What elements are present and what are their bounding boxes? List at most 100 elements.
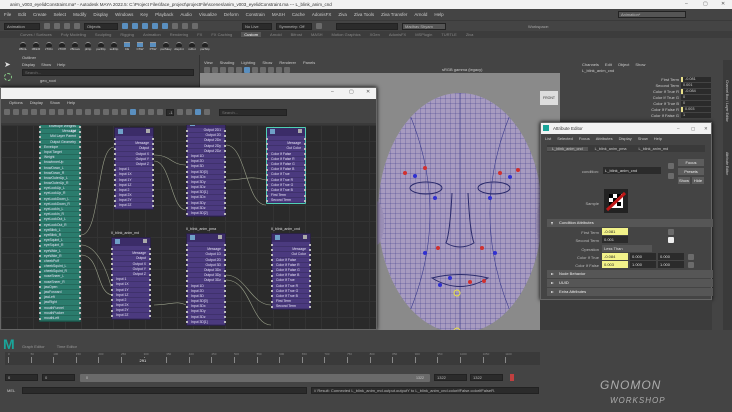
shelf-tab-bifrost[interactable]: Bifrost (291, 32, 302, 37)
lights-icon[interactable] (260, 66, 266, 73)
attr-tab[interactable]: L_blink_anim_pma (590, 147, 632, 151)
menu-arnold[interactable]: Arnold (414, 12, 427, 17)
viewport-menu-shading[interactable]: Shading (220, 60, 235, 65)
highlight-icon[interactable] (195, 109, 201, 115)
attr-tab[interactable]: L_blink_anim_cnd (547, 146, 588, 151)
outliner-menu-display[interactable]: Display (22, 62, 35, 67)
channel-value[interactable]: 0 (681, 100, 711, 106)
menu-edit[interactable]: Edit (18, 12, 26, 17)
shelf-button-ztioff[interactable]: zTiOff (57, 42, 67, 51)
node-editor-menu-options[interactable]: Options (9, 100, 23, 105)
bottom-tab-time-editor[interactable]: Time Editor (57, 344, 77, 349)
menu-help[interactable]: Help (434, 12, 443, 17)
attr-menu-focus[interactable]: Focus (579, 136, 590, 141)
shelf-tab-rendering[interactable]: Rendering (170, 32, 188, 37)
wireframe-icon[interactable] (228, 66, 234, 73)
graph-input-icon[interactable] (4, 109, 10, 115)
map-button-icon[interactable] (688, 254, 694, 260)
channel-value[interactable]: 0.003 (681, 106, 711, 112)
shelf-button-psw[interactable]: PSW (148, 42, 158, 51)
bottom-tab-graph-editor[interactable]: Graph Editor (22, 344, 45, 349)
viewport-menu-view[interactable]: View (204, 60, 213, 65)
playback-end-field[interactable]: 1322 (434, 374, 467, 381)
shelf-button-selflip[interactable]: selFlip (109, 42, 119, 51)
textured-icon[interactable] (252, 66, 258, 73)
attr-menu-show[interactable]: Show (638, 136, 648, 141)
channel-menu-show[interactable]: Show (635, 62, 645, 67)
attr-menu-selected[interactable]: Selected (557, 136, 573, 141)
start-time-field[interactable]: 0 (5, 374, 38, 381)
snap-view-icon[interactable] (162, 23, 168, 29)
channel-value[interactable]: 1 (681, 112, 711, 118)
zoom-field[interactable]: -1 (166, 108, 174, 116)
shelf-tab-curves-surfaces[interactable]: Curves / Surfaces (20, 32, 52, 37)
channel-value[interactable]: -0.081 (681, 76, 711, 82)
node-editor-menu-show[interactable]: Show (50, 100, 60, 105)
user-account[interactable]: Madhav Shyam (402, 22, 446, 30)
node-port[interactable]: Second Term (271, 304, 311, 310)
node-cnd2[interactable]: Message Out Color Color If False Color If F… (271, 233, 311, 311)
minimize-button[interactable]: – (331, 89, 334, 95)
show-button[interactable]: Show (678, 177, 690, 184)
node-md2[interactable]: Message Output Output X Output Y Output Z Inp… (111, 237, 151, 320)
node-port[interactable]: Input 2Z (114, 203, 154, 209)
select-downstream-icon[interactable] (103, 109, 109, 115)
uuid-section[interactable]: UUID (547, 279, 713, 287)
node-blendshape[interactable]: Envelope Weights List Message Mid Layer Pa… (39, 125, 81, 323)
menu-create[interactable]: Create (33, 12, 47, 17)
layout-full-icon[interactable] (49, 109, 55, 115)
node-behavior-section[interactable]: Node Behavior (547, 270, 713, 278)
channel-value[interactable]: 0.001 (681, 82, 711, 88)
shelf-button-pflip[interactable]: pFlip (83, 42, 93, 51)
extra-attributes-section[interactable]: Extra Attributes (547, 288, 713, 296)
menu-file[interactable]: File (4, 12, 11, 17)
symmetry-select[interactable]: Symmetry: Off (276, 22, 312, 30)
menu-select[interactable]: Select (54, 12, 67, 17)
shelf-tab-fx-caching[interactable]: FX Caching (211, 32, 232, 37)
camera-icon[interactable] (204, 66, 210, 73)
maximize-button[interactable]: ▢ (703, 1, 708, 7)
node-pma1[interactable]: Output 2D1 Output 2D Output 2Dx Output 2Dy O… (186, 125, 226, 218)
color-if-true-r[interactable]: -0.084 (602, 253, 628, 260)
save-scene-icon[interactable] (64, 23, 70, 29)
menu-constrain[interactable]: Constrain (246, 12, 265, 17)
focus-button[interactable]: Focus (678, 159, 704, 166)
color-if-true-g[interactable]: 0.000 (630, 253, 656, 260)
menu-ziva-transfer[interactable]: Ziva Transfer (381, 12, 407, 17)
snap-curve-icon[interactable] (142, 23, 148, 29)
snap-point-icon[interactable] (152, 23, 158, 29)
menu-set-select[interactable]: Animation (4, 22, 40, 30)
channel-menu-object[interactable]: Object (618, 62, 630, 67)
command-line-input[interactable] (22, 387, 307, 394)
first-term-field[interactable]: -0.081 (602, 228, 628, 235)
channel-row[interactable]: Color If False G1 (578, 112, 723, 118)
shelf-tab-fx[interactable]: FX (197, 32, 202, 37)
viewport-menu-show[interactable]: Show (262, 60, 272, 65)
node-port[interactable]: Input 2Z (111, 313, 151, 319)
node-md1[interactable]: Message Output Output X Output Y Output Z Inp… (114, 127, 154, 210)
select-output-icon[interactable] (668, 173, 674, 179)
shelf-button-ztion[interactable]: zTiOn (44, 42, 54, 51)
lasso-tool-icon[interactable] (4, 73, 12, 81)
outliner-search[interactable]: Search... (22, 69, 194, 76)
outliner-item[interactable]: geo_root (18, 78, 199, 83)
select-mode-icon[interactable] (122, 23, 128, 29)
menu-windows[interactable]: Windows (115, 12, 133, 17)
render-icon[interactable] (182, 23, 188, 29)
close-button[interactable]: ✕ (704, 123, 708, 134)
menu-display[interactable]: Display (93, 12, 108, 17)
smooth-shade-icon[interactable] (236, 66, 242, 73)
shelf-button-zblinl[interactable]: zBlinL (18, 42, 28, 51)
wireframe-on-shaded-icon[interactable] (244, 66, 250, 73)
minimize-button[interactable]: – (685, 1, 688, 7)
menu-key[interactable]: Key (140, 12, 148, 17)
menu-cache[interactable]: Cache (292, 12, 305, 17)
attribute-editor-side-tab[interactable]: Attribute Editor (725, 152, 729, 175)
open-scene-icon[interactable] (54, 23, 60, 29)
color-if-false-r[interactable]: 0.003 (602, 261, 628, 268)
node-pma2[interactable]: Message Output 1D Output 2D Output 3D Output… (186, 233, 226, 326)
layout-custom-icon[interactable] (58, 109, 64, 115)
playback-start-field[interactable]: 0 (42, 374, 75, 381)
shelf-button-ce[interactable]: CE (122, 42, 132, 51)
node-editor-menu-help[interactable]: Help (67, 100, 75, 105)
